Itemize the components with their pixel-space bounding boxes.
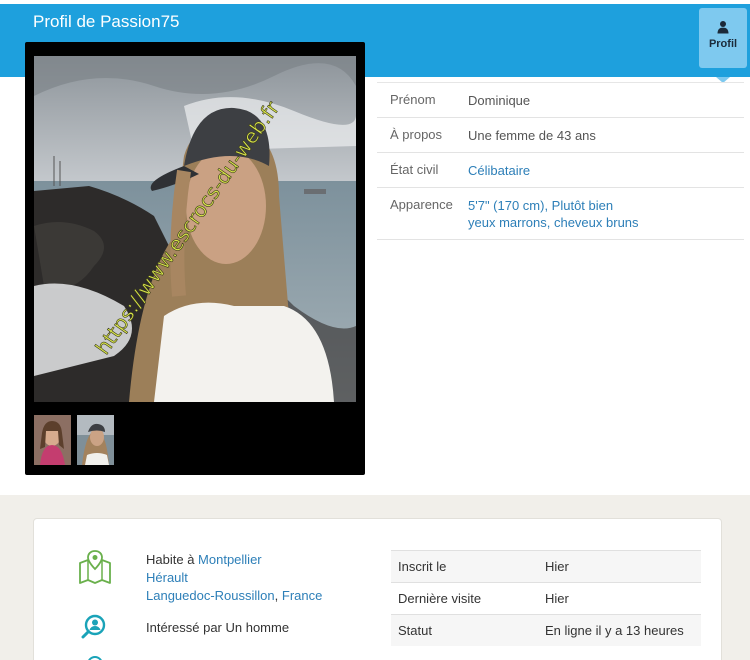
stat-row-last-visit: Dernière visite Hier xyxy=(391,582,701,614)
country-link[interactable]: France xyxy=(282,588,322,603)
activity-stats-table: Inscrit le Hier Dernière visite Hier Sta… xyxy=(391,550,701,646)
info-icon xyxy=(88,656,102,660)
photo-gallery: https://www.escrocs-du-web.fr xyxy=(25,42,365,475)
stat-row-registered: Inscrit le Hier xyxy=(391,550,701,582)
info-row-marital-status: État civil Célibataire xyxy=(377,153,744,188)
location-block: Habite à Montpellier Hérault Languedoc-R… xyxy=(146,551,322,605)
info-label: Prénom xyxy=(390,92,436,107)
map-pin-icon xyxy=(79,550,111,584)
region-link[interactable]: Languedoc-Roussillon xyxy=(146,588,275,603)
info-label: À propos xyxy=(390,127,443,142)
marital-status-link[interactable]: Célibataire xyxy=(468,163,530,178)
main-profile-photo[interactable]: https://www.escrocs-du-web.fr xyxy=(34,56,356,402)
info-label: Apparence xyxy=(390,197,453,212)
profile-info-table: Prénom Dominique À propos Une femme de 4… xyxy=(377,82,744,240)
lives-in-label: Habite à xyxy=(146,552,195,567)
info-row-about: À propos Une femme de 43 ans xyxy=(377,118,744,153)
stat-value: Hier xyxy=(545,591,569,606)
interested-in-text: Intéressé par Un homme xyxy=(146,620,290,635)
stat-value: En ligne il y a 13 heures xyxy=(545,623,684,638)
profile-top-section: Profil de Passion75 Profil https://www.e… xyxy=(0,0,750,495)
stat-label: Dernière visite xyxy=(398,591,482,606)
photo-thumbnail[interactable] xyxy=(77,415,114,465)
info-row-appearance: Apparence 5'7" (170 cm), Plutôt bien yeu… xyxy=(377,188,744,240)
appearance-eyes-hair-link[interactable]: yeux marrons, cheveux bruns xyxy=(468,215,639,230)
stat-label: Statut xyxy=(398,623,432,638)
stat-row-status: Statut En ligne il y a 13 heures xyxy=(391,614,701,646)
page-title: Profil de Passion75 xyxy=(33,12,180,31)
profile-details-card: Habite à Montpellier Hérault Languedoc-R… xyxy=(33,518,722,660)
search-person-icon xyxy=(81,614,106,639)
info-value: Dominique xyxy=(468,93,531,108)
profile-tab-button[interactable]: Profil xyxy=(699,8,747,68)
separator: , xyxy=(274,588,279,603)
appearance-link[interactable]: 5'7" (170 cm), Plutôt bien xyxy=(468,198,613,213)
profile-tab-label: Profil xyxy=(708,38,738,50)
stat-value: Hier xyxy=(545,559,569,574)
city-link[interactable]: Montpellier xyxy=(198,552,262,567)
info-label: État civil xyxy=(390,162,439,177)
info-row-firstname: Prénom Dominique xyxy=(377,83,744,118)
photo-thumbnail[interactable] xyxy=(34,415,71,465)
info-value: Une femme de 43 ans xyxy=(468,128,596,143)
stat-label: Inscrit le xyxy=(398,559,447,574)
user-icon xyxy=(717,21,729,34)
department-link[interactable]: Hérault xyxy=(146,570,188,585)
